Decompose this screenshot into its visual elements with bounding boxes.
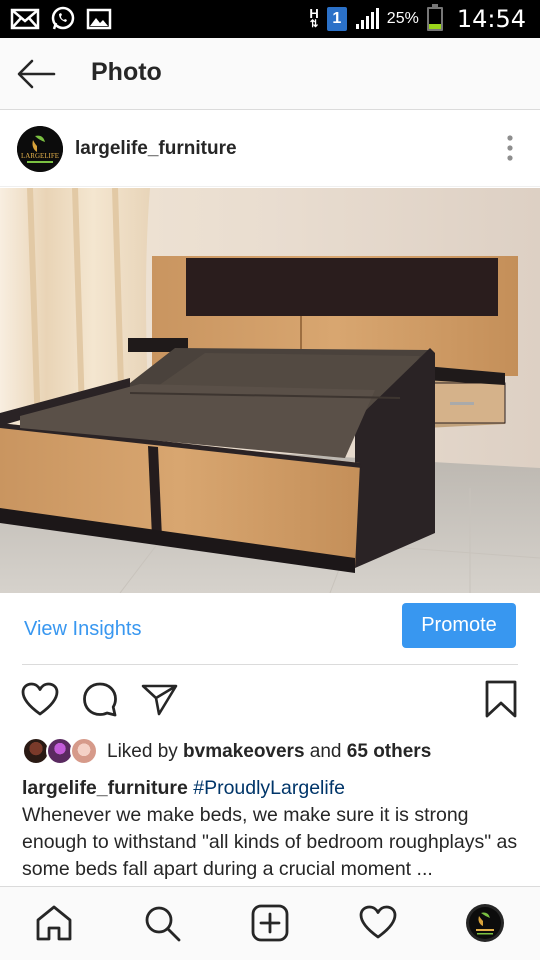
likes-user[interactable]: bvmakeovers xyxy=(183,741,304,762)
nav-search-button[interactable] xyxy=(142,903,182,943)
page-title: Photo xyxy=(91,58,162,86)
nav-home-button[interactable] xyxy=(34,903,74,943)
back-button[interactable] xyxy=(14,56,58,92)
system-icons: H ⇅ 1 25% 14:54 xyxy=(309,3,526,35)
post-username[interactable]: largelife_furniture xyxy=(75,138,237,160)
back-arrow-icon xyxy=(17,59,56,89)
post-caption: largelife_furniture #ProudlyLargelife Wh… xyxy=(22,775,522,885)
share-button[interactable] xyxy=(140,680,180,720)
likes-middle: and xyxy=(304,741,347,762)
post-header: LARGELIFE largelife_furniture xyxy=(0,111,540,187)
caption-username[interactable]: largelife_furniture xyxy=(22,777,188,799)
comment-icon xyxy=(83,682,117,717)
likes-summary[interactable]: Liked by bvmakeovers and 65 others xyxy=(107,741,431,763)
network-type: H ⇅ xyxy=(309,6,319,30)
divider xyxy=(22,664,518,665)
more-vertical-icon xyxy=(507,135,513,161)
email-icon xyxy=(10,8,40,30)
clock: 14:54 xyxy=(456,5,526,33)
bottom-navigation xyxy=(0,886,540,960)
avatar[interactable]: LARGELIFE xyxy=(17,126,63,172)
brand-logo-icon: LARGELIFE xyxy=(17,126,63,172)
post-photo[interactable] xyxy=(0,188,540,593)
activity-heart-icon xyxy=(359,905,397,939)
like-button[interactable] xyxy=(20,680,60,720)
gallery-icon xyxy=(86,8,112,30)
battery-fill xyxy=(428,24,441,29)
liker-avatars xyxy=(22,737,98,767)
caption-text: Whenever we make beds, we make sure it i… xyxy=(22,804,518,880)
comment-button[interactable] xyxy=(80,680,120,720)
notification-icons xyxy=(10,5,112,33)
app-header: Photo xyxy=(0,38,540,110)
add-post-icon xyxy=(251,904,289,942)
save-button[interactable] xyxy=(481,680,521,720)
bookmark-icon xyxy=(485,680,517,718)
caption-hashtag[interactable]: #ProudlyLargelife xyxy=(193,777,345,799)
battery-percent: 25% xyxy=(386,10,419,27)
profile-avatar-icon xyxy=(466,904,504,942)
home-icon xyxy=(36,905,72,941)
signal-icon xyxy=(355,8,379,29)
heart-icon xyxy=(21,682,59,716)
nav-profile-button[interactable] xyxy=(465,903,505,943)
promote-button[interactable]: Promote xyxy=(402,603,516,648)
battery-icon xyxy=(426,4,443,31)
search-icon xyxy=(145,906,181,942)
liker-avatar xyxy=(70,737,98,765)
nav-add-button[interactable] xyxy=(250,903,290,943)
send-icon xyxy=(141,684,178,716)
view-insights-link[interactable]: View Insights xyxy=(24,618,141,641)
likes-prefix: Liked by xyxy=(107,741,184,762)
bed-photo-illustration xyxy=(0,188,540,593)
status-bar: H ⇅ 1 25% 14:54 xyxy=(0,0,540,38)
likes-count[interactable]: 65 others xyxy=(347,741,431,762)
avatar-text: LARGELIFE xyxy=(21,152,59,160)
more-options-button[interactable] xyxy=(504,133,516,163)
nav-activity-button[interactable] xyxy=(358,903,398,943)
sim-badge: 1 xyxy=(326,7,347,31)
whatsapp-icon xyxy=(51,6,75,30)
